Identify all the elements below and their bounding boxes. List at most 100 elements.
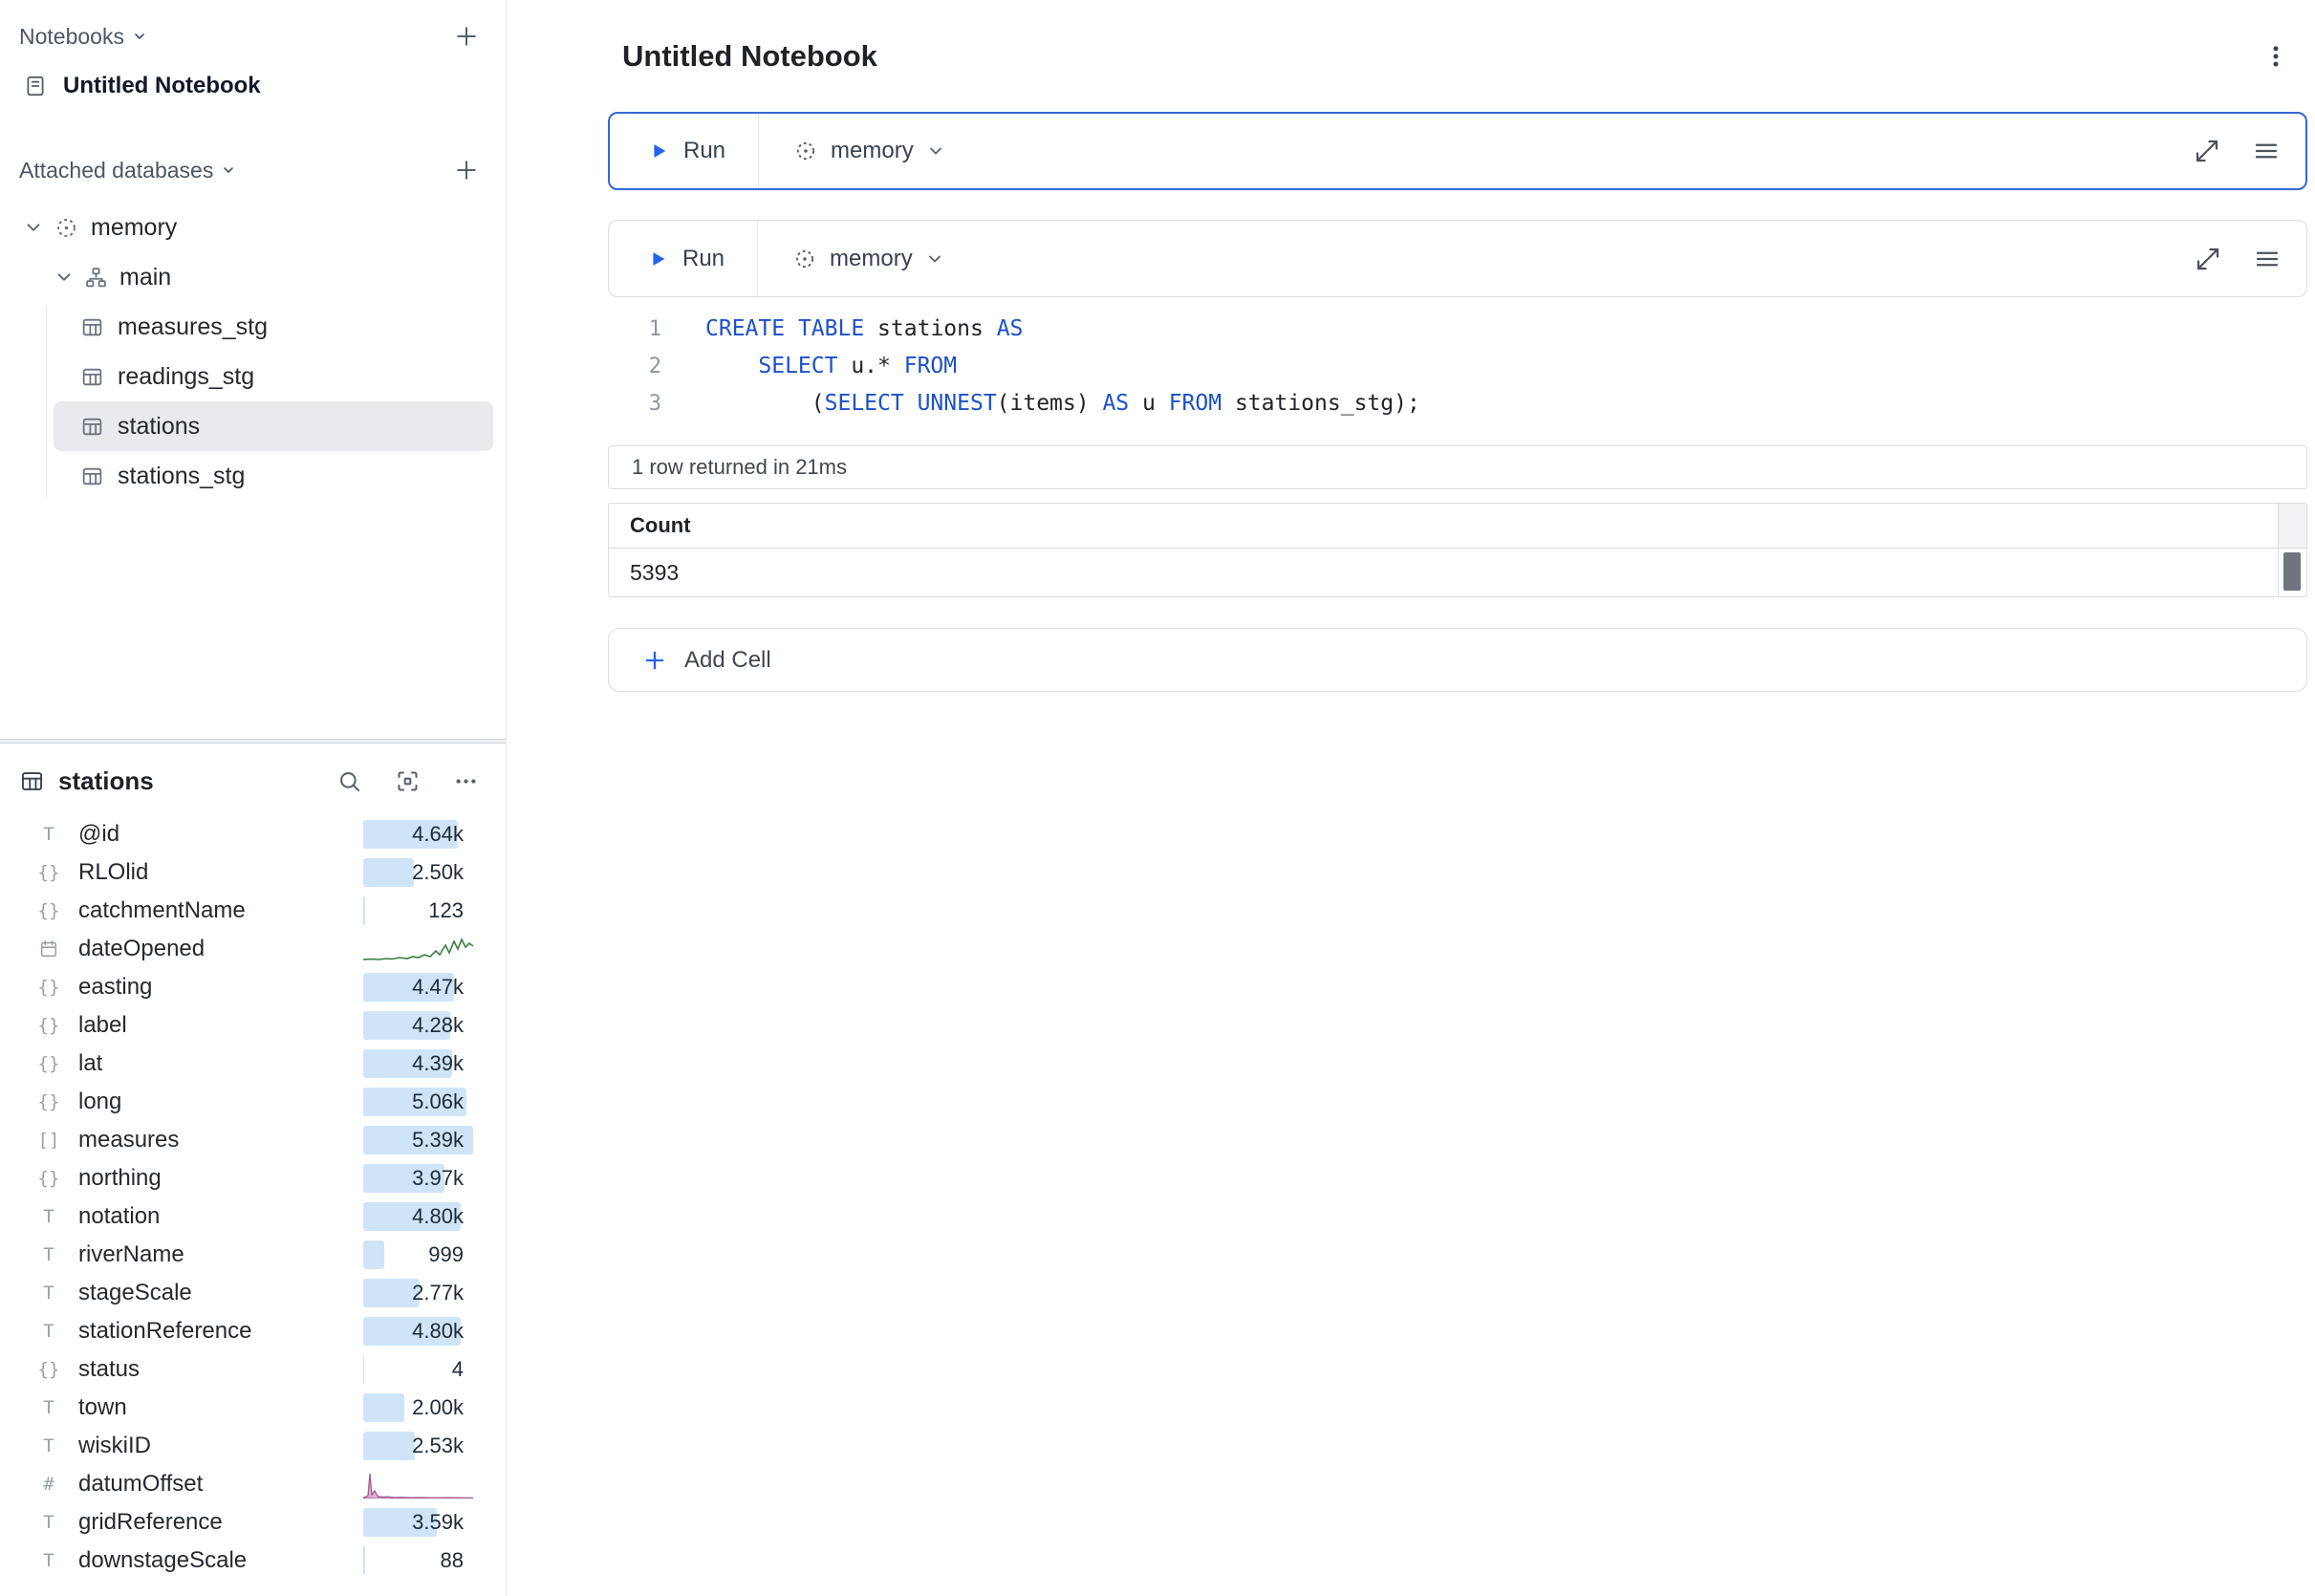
line-number: 2 [608, 348, 661, 385]
column-row-long[interactable]: {}long5.06k [0, 1083, 506, 1121]
expand-cell-icon[interactable] [2194, 245, 2222, 273]
scrollbar-thumb[interactable] [2283, 552, 2301, 591]
text-icon: T [36, 1397, 61, 1418]
column-count-bar: 4 [363, 1355, 473, 1384]
result-table: Count 5393 [608, 503, 2307, 597]
column-row-dateOpened[interactable]: dateOpened [0, 930, 506, 968]
column-count-bar: 123 [363, 896, 473, 925]
text-icon: T [36, 1550, 61, 1571]
expand-cell-icon[interactable] [2193, 137, 2221, 165]
column-row-@id[interactable]: T@id4.64k [0, 815, 506, 853]
notebooks-dropdown[interactable]: Notebooks [19, 24, 147, 50]
column-count: 5.39k [412, 1126, 464, 1154]
histogram-sparkline [363, 1470, 473, 1499]
run-button[interactable]: Run [609, 221, 757, 296]
text-icon: T [36, 1244, 61, 1265]
column-row-easting[interactable]: {}easting4.47k [0, 968, 506, 1006]
column-row-RLOlid[interactable]: {}RLOlid2.50k [0, 853, 506, 892]
column-row-datumOffset[interactable]: #datumOffset [0, 1465, 506, 1503]
attach-database-button[interactable] [452, 156, 481, 184]
result-column-header[interactable]: Count [609, 504, 2278, 548]
sidebar-explorer: Notebooks Untitled Notebook Atta [0, 0, 506, 739]
column-name: stageScale [78, 1280, 363, 1306]
column-row-gridReference[interactable]: TgridReference3.59k [0, 1503, 506, 1542]
column-name: status [78, 1356, 363, 1383]
sidebar-table-stations[interactable]: stations [54, 401, 493, 451]
column-row-notation[interactable]: Tnotation4.80k [0, 1197, 506, 1236]
chevron-down-icon[interactable] [54, 267, 75, 288]
run-label: Run [682, 246, 725, 272]
column-count: 3.97k [412, 1164, 464, 1193]
column-name: stationReference [78, 1318, 363, 1345]
column-row-lat[interactable]: {}lat4.39k [0, 1045, 506, 1083]
database-selector[interactable]: memory [759, 138, 945, 164]
column-row-label[interactable]: {}label4.28k [0, 1006, 506, 1045]
column-row-northing[interactable]: {}northing3.97k [0, 1159, 506, 1197]
table-name: stations_stg [118, 463, 245, 490]
search-icon[interactable] [336, 768, 362, 794]
add-cell-button[interactable]: Add Cell [608, 628, 2307, 692]
column-row-measures[interactable]: []measures5.39k [0, 1121, 506, 1159]
notebook-cell-2[interactable]: Run memory [608, 220, 2307, 597]
chevron-down-icon [132, 29, 147, 44]
column-row-stageScale[interactable]: TstageScale2.77k [0, 1274, 506, 1312]
column-row-town[interactable]: Ttown2.00k [0, 1389, 506, 1427]
column-count-bar: 5.06k [363, 1088, 473, 1116]
sidebar-table-readings_stg[interactable]: readings_stg [54, 352, 493, 401]
result-table-header: Count [609, 504, 2306, 549]
table-icon [80, 415, 104, 439]
table-icon [80, 464, 104, 488]
column-count-bar: 4.28k [363, 1011, 473, 1040]
column-count: 4.28k [412, 1011, 464, 1040]
column-row-downstageScale[interactable]: TdownstageScale 88 [0, 1542, 506, 1580]
code-editor[interactable]: 1CREATE TABLE stations AS2 SELECT u.* FR… [608, 297, 2307, 434]
count-bar-fill [363, 896, 365, 925]
notebook-cell-1[interactable]: Run memory [608, 112, 2307, 190]
focus-icon[interactable] [395, 768, 421, 794]
column-row-riverName[interactable]: TriverName999 [0, 1236, 506, 1274]
column-name: RLOlid [78, 859, 363, 886]
column-row-wiskiID[interactable]: TwiskiID2.53k [0, 1427, 506, 1465]
array-icon: [] [36, 1130, 61, 1151]
column-row-stationReference[interactable]: TstationReference4.80k [0, 1312, 506, 1350]
table-list: measures_stgreadings_stgstations stations… [0, 302, 506, 501]
cell-menu-icon[interactable] [2252, 137, 2281, 165]
database-selector[interactable]: memory [758, 246, 944, 272]
notebooks-header: Notebooks [0, 13, 506, 59]
attached-databases-dropdown[interactable]: Attached databases [19, 158, 236, 183]
column-count-bar: 2.00k [363, 1393, 473, 1422]
scrollbar-track[interactable] [2278, 549, 2306, 596]
count-bar-fill [363, 1546, 365, 1575]
cell-menu-icon[interactable] [2253, 245, 2282, 273]
column-row-status[interactable]: {}status4 [0, 1350, 506, 1389]
more-horizontal-icon[interactable] [453, 768, 479, 794]
column-count-bar: 2.50k [363, 858, 473, 887]
add-notebook-button[interactable] [452, 22, 481, 51]
column-count-bar: 2.77k [363, 1279, 473, 1307]
notebook-menu-kebab-icon[interactable] [2261, 42, 2290, 71]
column-count: 5.06k [412, 1088, 464, 1116]
sidebar-database-memory[interactable]: memory [0, 203, 506, 252]
database-selector-value: memory [830, 246, 913, 272]
count-bar-fill [363, 1240, 384, 1269]
column-count: 4.47k [412, 973, 464, 1002]
notebook-main: Untitled Notebook Run memory [507, 0, 2315, 1596]
code-line[interactable]: 2 SELECT u.* FROM [608, 348, 2307, 385]
column-row-catchmentName[interactable]: {}catchmentName123 [0, 892, 506, 930]
sidebar-table-stations_stg[interactable]: stations_stg [54, 451, 493, 501]
chevron-down-icon[interactable] [23, 217, 44, 238]
database-name: memory [91, 214, 177, 242]
column-name: downstageScale [78, 1547, 363, 1574]
result-table-row[interactable]: 5393 [609, 549, 2306, 596]
number-icon: # [36, 1474, 61, 1495]
date-icon [36, 938, 61, 960]
text-icon: T [36, 1512, 61, 1533]
count-bar-fill [363, 1355, 364, 1384]
code-line[interactable]: 3 (SELECT UNNEST(items) AS u FROM statio… [608, 385, 2307, 422]
sidebar-table-measures_stg[interactable]: measures_stg [54, 302, 493, 352]
column-count: 88 [441, 1546, 464, 1575]
code-line[interactable]: 1CREATE TABLE stations AS [608, 311, 2307, 348]
sidebar-item-untitled-notebook[interactable]: Untitled Notebook [0, 59, 506, 113]
sidebar-schema-main[interactable]: main [0, 252, 506, 302]
run-button[interactable]: Run [610, 114, 758, 188]
